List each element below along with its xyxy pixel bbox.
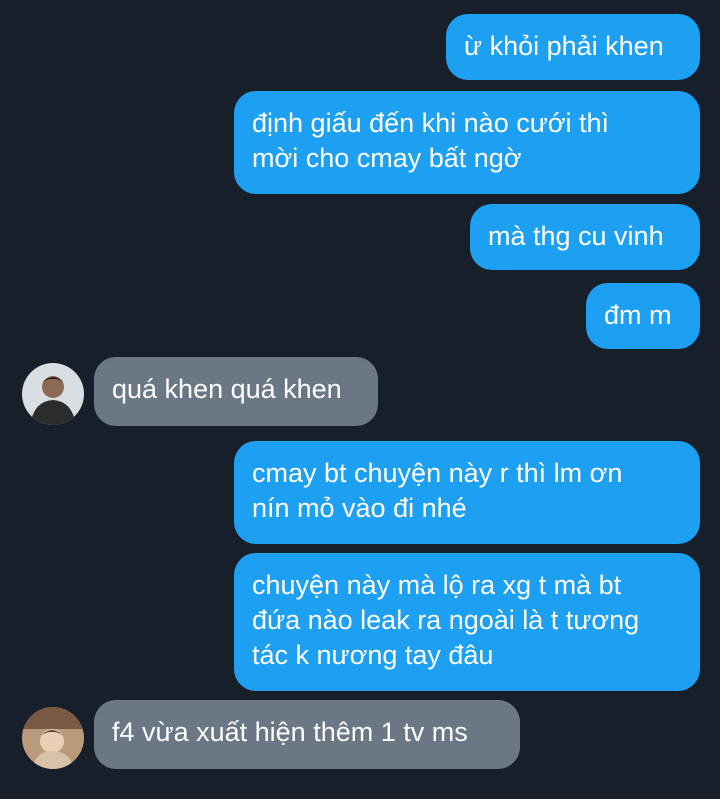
message-bubble-sent[interactable]: chuyện này mà lộ ra xg t mà bt đứa nào l…	[234, 553, 700, 691]
avatar-photo-icon	[22, 363, 84, 425]
message-bubble-received[interactable]: quá khen quá khen	[94, 357, 378, 426]
message-bubble-sent[interactable]: mà thg cu vinh	[470, 204, 700, 270]
message-bubble-sent[interactable]: cmay bt chuyện này r thì lm ơn nín mỏ và…	[234, 441, 700, 544]
message-bubble-sent[interactable]: ừ khỏi phải khen	[446, 14, 700, 80]
contact-avatar[interactable]	[22, 707, 84, 769]
contact-avatar[interactable]	[22, 363, 84, 425]
message-bubble-sent[interactable]: định giấu đến khi nào cưới thì mời cho c…	[234, 91, 700, 194]
message-bubble-sent[interactable]: đm m	[586, 283, 700, 349]
avatar-photo-icon	[22, 707, 84, 769]
message-bubble-received[interactable]: f4 vừa xuất hiện thêm 1 tv ms	[94, 700, 520, 769]
